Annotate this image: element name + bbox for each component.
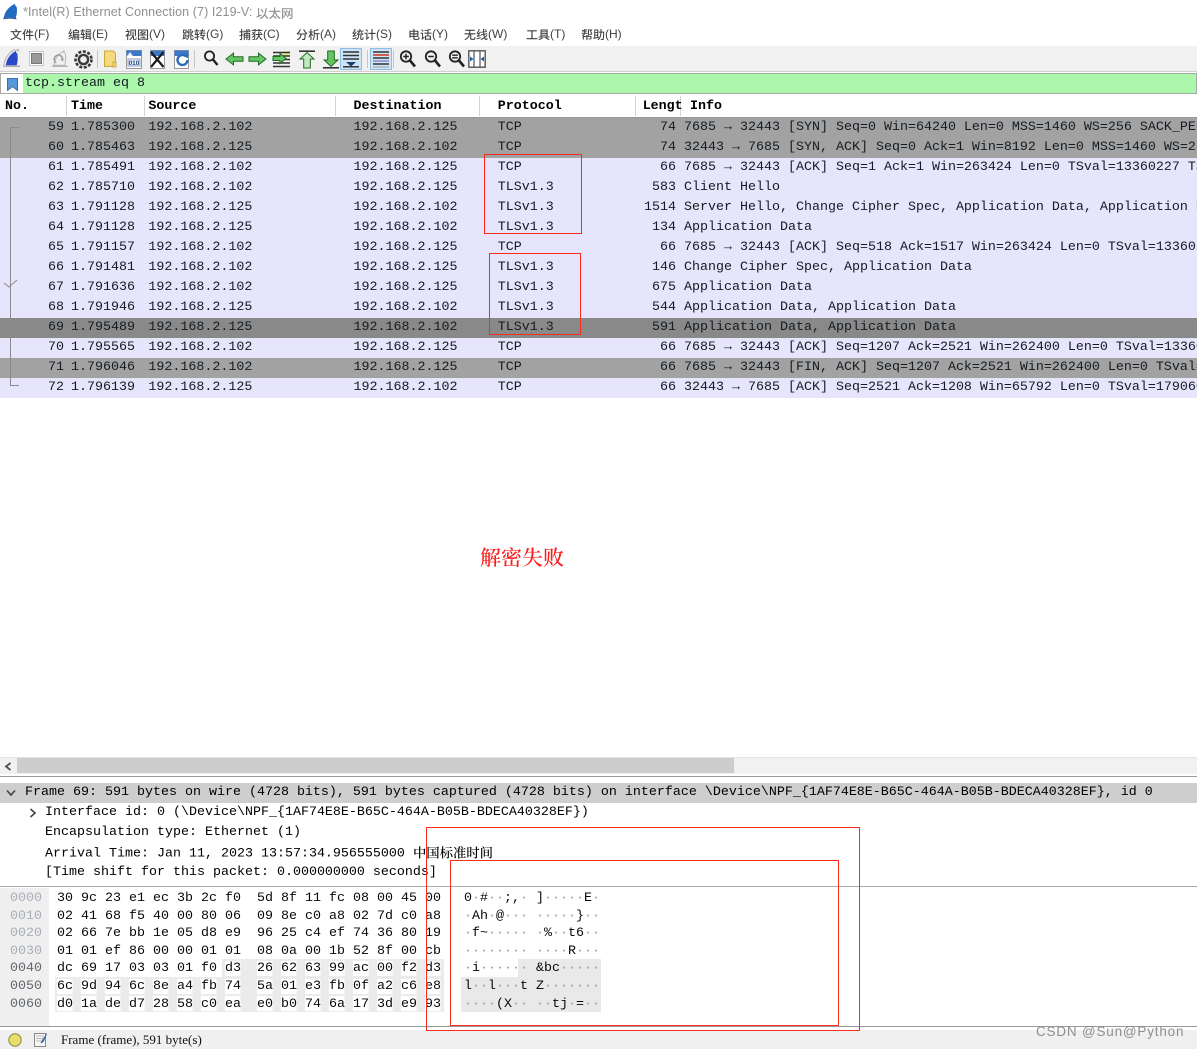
svg-text:010: 010 bbox=[129, 60, 140, 67]
